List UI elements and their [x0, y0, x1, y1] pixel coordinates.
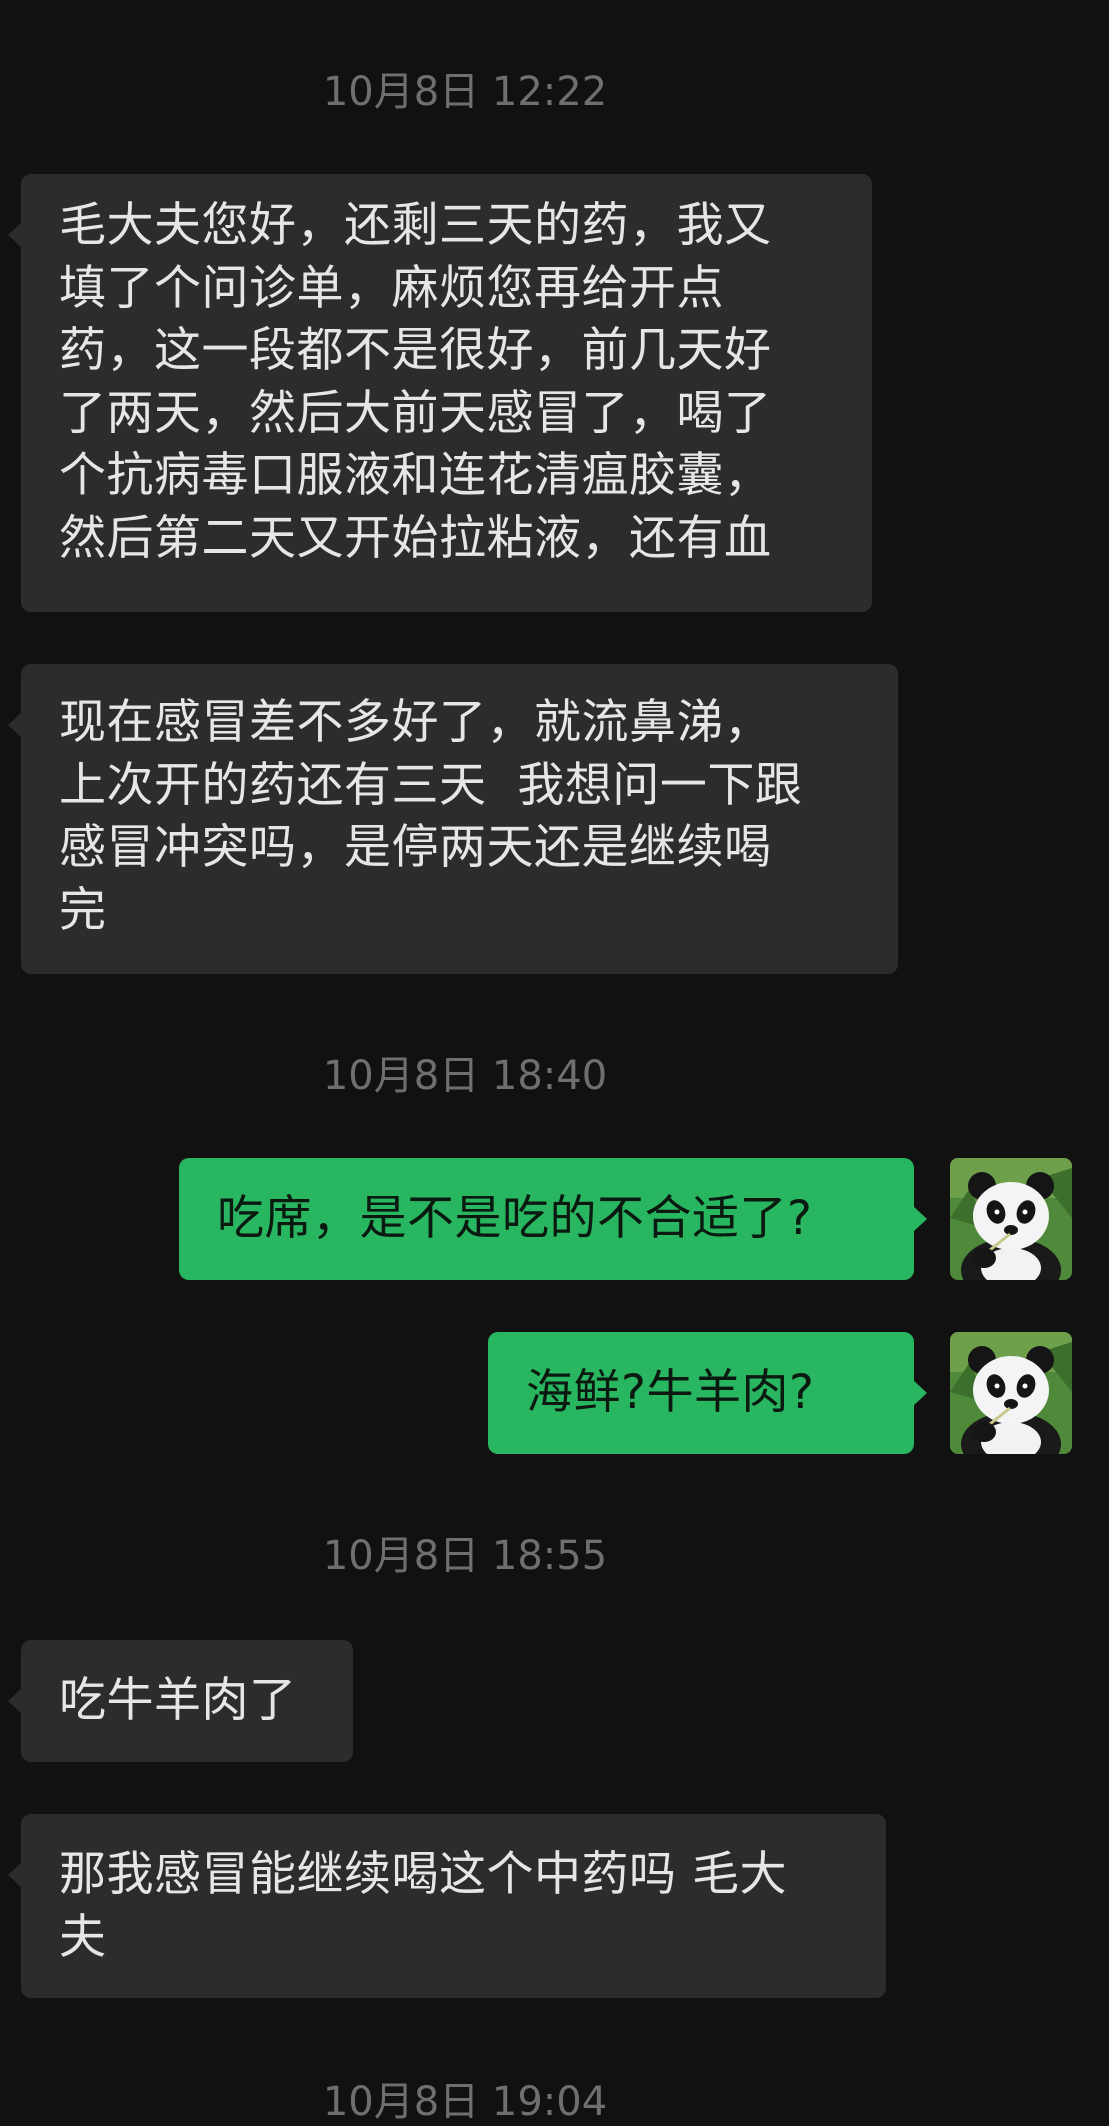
- incoming-message-bubble[interactable]: 现在感冒差不多好了，就流鼻涕， 上次开的药还有三天 我想问一下跟 感冒冲突吗，是…: [8, 664, 898, 974]
- panda-avatar-icon[interactable]: [950, 1332, 1072, 1454]
- outgoing-message-bubble[interactable]: 吃席，是不是吃的不合适了?: [179, 1158, 927, 1280]
- message-text: 吃牛羊肉了: [59, 1673, 297, 1728]
- incoming-message-bubble[interactable]: 吃牛羊肉了: [8, 1640, 353, 1762]
- panda-avatar-icon[interactable]: [950, 1158, 1072, 1280]
- message-timestamp: 10月8日 19:04: [322, 2079, 608, 2125]
- message-text: 毛大夫您好，还剩三天的药，我又 填了个问诊单，麻烦您再给开点 药，这一段都不是很…: [59, 198, 772, 566]
- message-text: 吃席，是不是吃的不合适了?: [217, 1191, 813, 1246]
- incoming-message-bubble[interactable]: 毛大夫您好，还剩三天的药，我又 填了个问诊单，麻烦您再给开点 药，这一段都不是很…: [8, 174, 872, 612]
- message-timestamp: 10月8日 18:40: [322, 1053, 608, 1099]
- message-text: 那我感冒能继续喝这个中药吗 毛大 夫: [59, 1847, 787, 1965]
- message-text: 现在感冒差不多好了，就流鼻涕， 上次开的药还有三天 我想问一下跟 感冒冲突吗，是…: [59, 695, 803, 938]
- message-text: 海鲜?牛羊肉?: [526, 1365, 815, 1420]
- message-timestamp: 10月8日 18:55: [322, 1533, 608, 1579]
- incoming-message-bubble[interactable]: 那我感冒能继续喝这个中药吗 毛大 夫: [8, 1814, 886, 1998]
- outgoing-message-bubble[interactable]: 海鲜?牛羊肉?: [488, 1332, 927, 1454]
- message-timestamp: 10月8日 12:22: [322, 69, 608, 115]
